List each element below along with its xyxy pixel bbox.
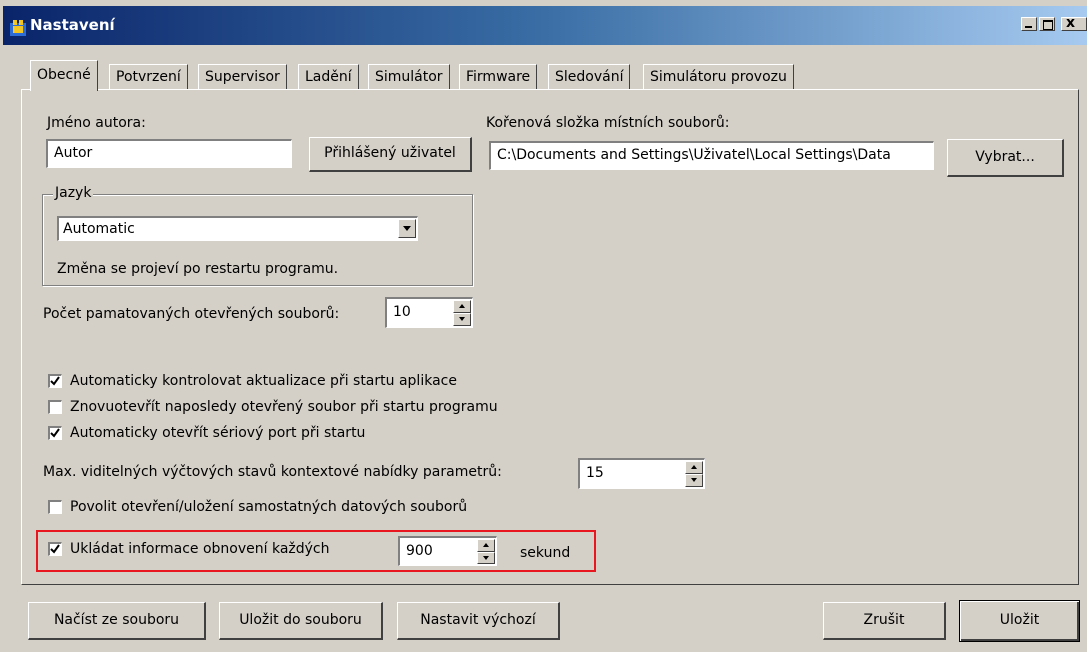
spinner-buttons [685, 461, 703, 487]
tab-supervisor[interactable]: Supervisor [198, 64, 287, 90]
serial-port-label[interactable]: Automaticky otevřít sériový port při sta… [70, 424, 365, 442]
save-to-file-button[interactable]: Uložit do souboru [219, 602, 383, 640]
spin-down-icon[interactable] [453, 313, 471, 326]
checkbox-serial-port[interactable] [48, 426, 62, 440]
checkbox-reopen-last[interactable] [48, 400, 62, 414]
tab-obecne[interactable]: Obecné [30, 60, 98, 91]
load-from-file-button[interactable]: Načíst ze souboru [28, 602, 206, 640]
auto-update-label[interactable]: Automaticky kontrolovat aktualizace při … [70, 372, 457, 390]
spin-up-icon[interactable] [477, 539, 495, 552]
language-group-title: Jazyk [53, 184, 94, 202]
close-button[interactable]: x [1061, 15, 1087, 31]
autosave-unit-label: sekund [520, 545, 571, 561]
tab-firmware[interactable]: Firmware [459, 64, 538, 90]
minimize-icon [1025, 26, 1032, 28]
spin-down-icon[interactable] [477, 551, 495, 564]
allow-standalone-label[interactable]: Povolit otevření/uložení samostatných da… [70, 498, 467, 516]
tab-ladeni[interactable]: Ladění [298, 64, 359, 90]
logged-user-button[interactable]: Přihlášený uživatel [309, 137, 472, 172]
tab-sledovani[interactable]: Sledování [548, 64, 631, 90]
window-title: Nastavení [30, 16, 115, 34]
language-selected-value: Automatic [63, 221, 135, 237]
maximize-icon [1043, 20, 1053, 30]
check-icon [50, 544, 60, 554]
tab-potvrzeni[interactable]: Potvrzení [109, 64, 188, 90]
cancel-button[interactable]: Zrušit [823, 602, 946, 640]
settings-window: Nastavení x Obecné Potvrzení Supervisor … [0, 0, 1087, 652]
tab-simulatoru-provozu[interactable]: Simulátoru provozu [643, 64, 794, 90]
author-input[interactable]: Autor [46, 139, 292, 168]
browse-button[interactable]: Vybrat... [947, 139, 1064, 177]
checkbox-allow-standalone[interactable] [48, 500, 62, 514]
author-label: Jméno autora: [47, 115, 146, 131]
checkbox-auto-update[interactable] [48, 374, 62, 388]
close-icon: x [1066, 15, 1076, 31]
max-enum-spinner[interactable]: 15 [578, 458, 705, 489]
recent-files-value: 10 [393, 304, 411, 320]
check-icon [50, 428, 60, 438]
autosave-label[interactable]: Ukládat informace obnovení každých [70, 540, 330, 558]
chevron-down-icon[interactable] [398, 219, 416, 238]
app-icon [10, 20, 26, 36]
set-defaults-button[interactable]: Nastavit výchozí [397, 602, 560, 640]
check-icon [50, 376, 60, 386]
reopen-last-label[interactable]: Znovuotevřít naposledy otevřený soubor p… [70, 398, 498, 416]
root-folder-input[interactable]: C:\Documents and Settings\Uživatel\Local… [489, 141, 934, 170]
spinner-buttons [453, 300, 471, 326]
max-enum-label: Max. viditelných výčtových stavů kontext… [43, 464, 502, 480]
recent-files-spinner[interactable]: 10 [385, 297, 473, 328]
language-select[interactable]: Automatic [57, 216, 418, 241]
spin-up-icon[interactable] [453, 300, 471, 313]
root-folder-label: Kořenová složka místních souborů: [486, 115, 730, 131]
title-bar[interactable] [3, 6, 1087, 45]
max-enum-value: 15 [586, 465, 604, 481]
spinner-buttons [477, 539, 495, 564]
checkbox-autosave[interactable] [48, 542, 62, 556]
autosave-interval-spinner[interactable]: 900 [398, 536, 497, 566]
minimize-button[interactable] [1021, 17, 1037, 31]
recent-files-label: Počet pamatovaných otevřených souborů: [43, 306, 340, 322]
spin-up-icon[interactable] [685, 461, 703, 474]
save-button[interactable]: Uložit [959, 600, 1080, 642]
spin-down-icon[interactable] [685, 474, 703, 487]
language-note: Změna se projeví po restartu programu. [57, 261, 339, 277]
tab-simulator[interactable]: Simulátor [368, 64, 450, 90]
maximize-button[interactable] [1039, 17, 1055, 31]
autosave-interval-value: 900 [406, 543, 433, 559]
